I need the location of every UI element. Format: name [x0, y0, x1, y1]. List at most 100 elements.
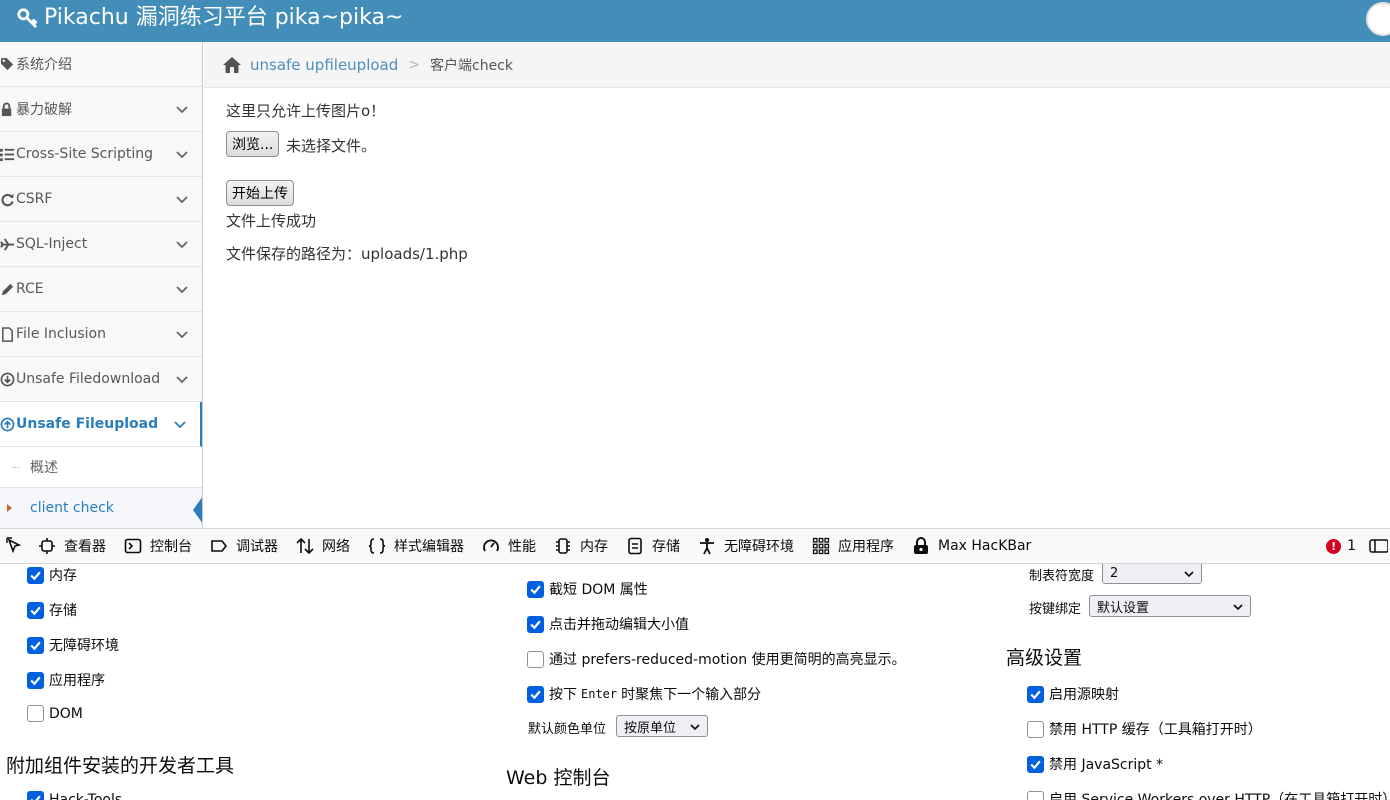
- checkbox-checked[interactable]: [1027, 755, 1044, 773]
- upload-icon: [0, 417, 15, 431]
- chevron-down-icon: [176, 376, 188, 384]
- tab-debugger[interactable]: 调试器: [202, 529, 288, 563]
- browse-button[interactable]: 浏览...: [226, 131, 280, 157]
- tab-network[interactable]: 网络: [288, 529, 360, 563]
- check-enter-focus-next[interactable]: 按下 Enter 时聚焦下一个输入部分: [527, 684, 761, 704]
- chevron-down-icon: [1233, 604, 1243, 611]
- pencil-icon: [1, 283, 14, 295]
- check-truncate-dom-attrs[interactable]: 截短 DOM 属性: [527, 579, 648, 599]
- check-accessibility[interactable]: 无障碍环境: [27, 635, 119, 655]
- check-label: Hack-Tools: [49, 791, 123, 800]
- checkbox-checked[interactable]: [27, 601, 44, 619]
- brand[interactable]: Pikachu 漏洞练习平台 pika~pika~: [16, 4, 403, 32]
- checkbox-unchecked[interactable]: [27, 705, 44, 722]
- checkbox-checked[interactable]: [27, 566, 44, 584]
- console-icon: [124, 538, 142, 554]
- color-unit-select[interactable]: 按原单位: [616, 715, 708, 737]
- check-disable-http-cache[interactable]: 禁用 HTTP 缓存（工具箱打开时）: [1027, 719, 1262, 739]
- sidebar-item-rce[interactable]: RCE: [0, 267, 202, 312]
- tab-performance[interactable]: 性能: [474, 529, 546, 563]
- inspector-icon: [39, 538, 55, 554]
- error-icon[interactable]: !: [1326, 538, 1342, 554]
- sidebar-item-csrf[interactable]: CSRF: [0, 177, 202, 222]
- sidebar-item-file-inclusion[interactable]: File Inclusion: [0, 312, 202, 357]
- tab-application[interactable]: 应用程序: [804, 529, 904, 563]
- check-dom[interactable]: DOM: [27, 705, 83, 722]
- check-label: 截短 DOM 属性: [549, 582, 648, 598]
- checkbox-unchecked[interactable]: [1027, 720, 1044, 738]
- tab-accessibility[interactable]: 无障碍环境: [690, 529, 804, 563]
- check-label: 启用 Service Workers over HTTP（在工具箱打开时）: [1049, 792, 1390, 800]
- check-reduced-motion[interactable]: 通过 prefers-reduced-motion 使用更简明的高亮显示。: [527, 649, 906, 669]
- tab-style-editor[interactable]: 样式编辑器: [360, 529, 474, 563]
- element-picker-button[interactable]: [0, 529, 30, 563]
- sidebar-item-label: CSRF: [16, 191, 53, 207]
- select-value: 2: [1110, 565, 1119, 581]
- check-storage[interactable]: 存储: [27, 600, 77, 620]
- tab-inspector[interactable]: 查看器: [30, 529, 116, 563]
- check-label: DOM: [49, 705, 83, 722]
- dock-layout-icon[interactable]: [1368, 537, 1388, 555]
- sidebar-item-label: 系统介绍: [16, 57, 72, 73]
- check-service-workers-http[interactable]: 启用 Service Workers over HTTP（在工具箱打开时）: [1027, 789, 1390, 800]
- breadcrumb-link[interactable]: unsafe upfileupload: [250, 56, 398, 74]
- checkmark-icon: [1030, 690, 1041, 699]
- sidebar-item-intro[interactable]: 系统介绍: [0, 42, 202, 87]
- tree-line: [12, 467, 20, 468]
- checkbox-checked[interactable]: [527, 615, 544, 633]
- check-source-maps[interactable]: 启用源映射: [1027, 684, 1119, 704]
- checkbox-checked[interactable]: [27, 636, 44, 654]
- check-label: 点击并拖动编辑大小值: [549, 617, 689, 633]
- error-count[interactable]: 1: [1347, 538, 1356, 554]
- checkbox-checked[interactable]: [527, 685, 544, 703]
- check-disable-javascript[interactable]: 禁用 JavaScript *: [1027, 754, 1163, 774]
- key-icon: [17, 8, 38, 28]
- check-label: 存储: [49, 603, 77, 619]
- tab-console[interactable]: 控制台: [116, 529, 202, 563]
- checkbox-checked[interactable]: [1027, 685, 1044, 703]
- sidebar-item-xss[interactable]: Cross-Site Scripting: [0, 132, 202, 177]
- tab-memory[interactable]: 内存: [546, 529, 618, 563]
- checkbox-checked[interactable]: [27, 791, 44, 800]
- tab-max-hackbar[interactable]: Max HacKBar: [904, 529, 1041, 563]
- check-label: 禁用 JavaScript *: [1049, 757, 1164, 773]
- addon-devtools-heading: 附加组件安装的开发者工具: [6, 755, 235, 777]
- checkbox-unchecked[interactable]: [527, 650, 544, 668]
- file-icon: [2, 326, 13, 342]
- keybinding-select[interactable]: 默认设置: [1089, 595, 1251, 617]
- network-icon: [296, 537, 314, 555]
- sidebar-item-filedownload[interactable]: Unsafe Filedownload: [0, 357, 202, 402]
- check-memory[interactable]: 内存: [27, 565, 77, 585]
- check-drag-edit-values[interactable]: 点击并拖动编辑大小值: [527, 614, 689, 634]
- upload-button[interactable]: 开始上传: [226, 180, 294, 206]
- sidebar-item-sqli[interactable]: SQL-Inject: [0, 222, 202, 267]
- sidebar-subitem-client-check[interactable]: client check: [0, 488, 202, 528]
- tag-icon: [0, 57, 14, 70]
- chevron-down-icon: [176, 331, 188, 339]
- check-label: 禁用 HTTP 缓存（工具箱打开时）: [1049, 722, 1262, 738]
- active-arrow: [193, 496, 202, 524]
- select-value: 按原单位: [624, 720, 677, 736]
- avatar[interactable]: [1366, 2, 1390, 36]
- app-title: Pikachu 漏洞练习平台 pika~pika~: [44, 5, 404, 30]
- cursor-icon: [6, 537, 22, 554]
- devtools-right-controls: ! 1: [1326, 529, 1390, 563]
- check-application[interactable]: 应用程序: [27, 670, 105, 690]
- tab-width-select[interactable]: 2: [1102, 564, 1202, 584]
- chevron-down-icon: [690, 724, 700, 731]
- sidebar-item-label: 暴力破解: [16, 102, 72, 118]
- sidebar-subitem-overview[interactable]: 概述: [0, 447, 202, 488]
- checkbox-unchecked[interactable]: [1027, 790, 1044, 800]
- home-icon[interactable]: [222, 56, 242, 74]
- chevron-down-icon: [174, 421, 186, 429]
- checkbox-checked[interactable]: [27, 671, 44, 689]
- sidebar-item-label: File Inclusion: [16, 326, 106, 342]
- sidebar-item-label: Unsafe Fileupload: [16, 416, 159, 432]
- sidebar-item-bruteforce[interactable]: 暴力破解: [0, 87, 202, 132]
- check-hack-tools[interactable]: Hack-Tools: [27, 791, 122, 800]
- tab-storage[interactable]: 存储: [618, 529, 690, 563]
- sidebar-subitem-label: 概述: [30, 460, 58, 476]
- checkbox-checked[interactable]: [527, 580, 544, 598]
- chevron-down-icon: [1184, 571, 1194, 578]
- sidebar-item-fileupload[interactable]: Unsafe Fileupload: [0, 402, 202, 447]
